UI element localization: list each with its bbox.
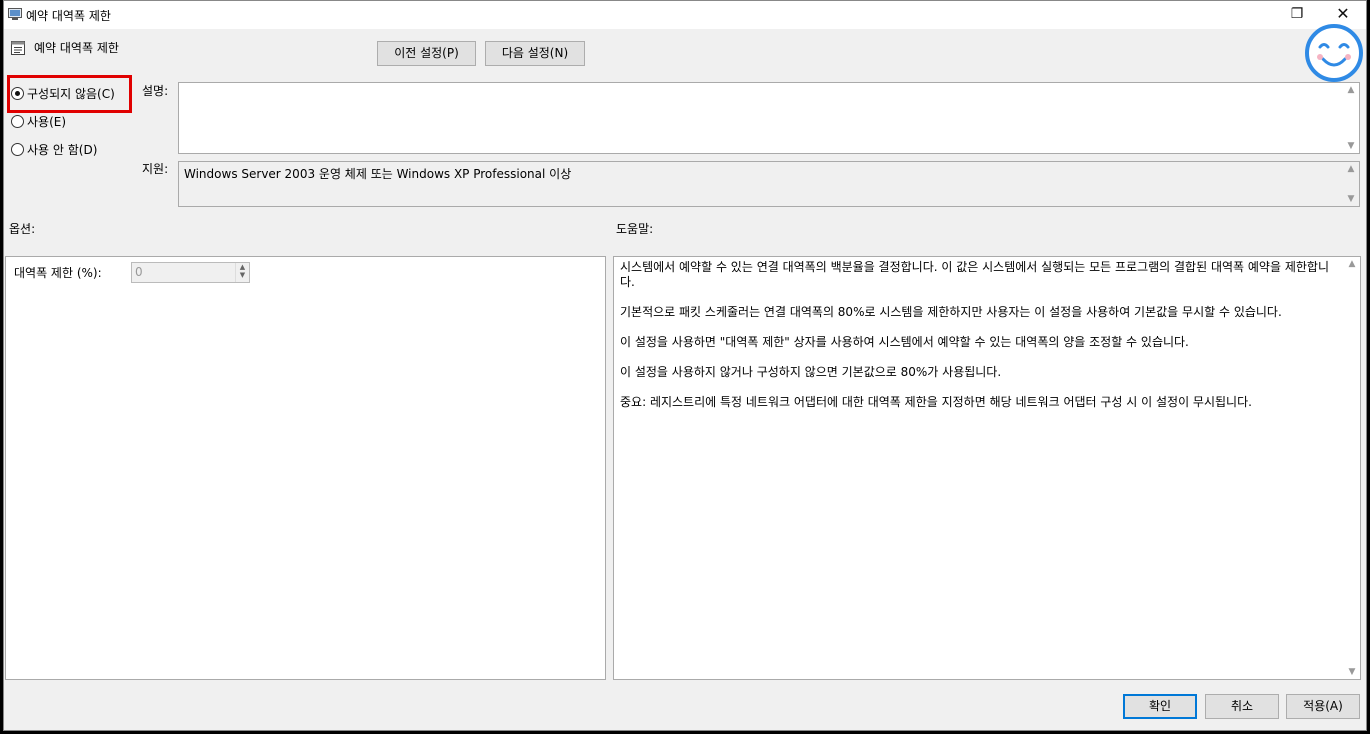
radio-enabled-indicator[interactable]: [11, 114, 24, 128]
window-title: 예약 대역폭 제한: [26, 9, 111, 23]
scroll-down-arrow-icon[interactable]: ▼: [1343, 141, 1359, 151]
cancel-button[interactable]: 취소: [1205, 694, 1279, 719]
title-bar[interactable]: 예약 대역폭 제한 ❐ ✕: [4, 1, 1366, 29]
policy-dialog: 예약 대역폭 제한 ❐ ✕ 예약 대역폭 제한 이전 설정(P) 다음 설정(N…: [3, 0, 1367, 731]
policy-setting-icon: [11, 41, 25, 55]
smiley-face-icon: [1305, 24, 1363, 82]
bandwidth-limit-value: 0: [135, 265, 143, 279]
bandwidth-limit-spinner[interactable]: 0 ▲ ▼: [131, 262, 250, 283]
help-paragraph: 중요: 레지스트리에 특정 네트워크 어댑터에 대한 대역폭 제한을 지정하면 …: [620, 395, 1252, 409]
previous-setting-button[interactable]: 이전 설정(P): [377, 41, 476, 66]
support-value: Windows Server 2003 운영 체제 또는 Windows XP …: [184, 167, 572, 181]
help-paragraph: 이 설정을 사용하면 "대역폭 제한" 상자를 사용하여 시스템에서 예약할 수…: [620, 335, 1189, 349]
help-text: 시스템에서 예약할 수 있는 연결 대역폭의 백분율을 결정합니다. 이 값은 …: [620, 260, 1340, 425]
help-label: 도움말:: [616, 222, 654, 236]
radio-disabled[interactable]: 사용 안 함(D): [11, 139, 97, 159]
help-paragraph: 시스템에서 예약할 수 있는 연결 대역폭의 백분율을 결정합니다. 이 값은 …: [620, 260, 1329, 289]
bandwidth-limit-label: 대역폭 제한 (%):: [14, 266, 102, 280]
support-box: Windows Server 2003 운영 체제 또는 Windows XP …: [178, 161, 1360, 207]
comment-textarea[interactable]: ▲ ▼: [178, 82, 1360, 154]
help-scrollbar[interactable]: ▲ ▼: [1344, 257, 1360, 679]
support-scrollbar[interactable]: ▲ ▼: [1343, 162, 1359, 206]
help-paragraph: 기본적으로 패킷 스케줄러는 연결 대역폭의 80%로 시스템을 제한하지만 사…: [620, 305, 1282, 319]
setting-title: 예약 대역폭 제한: [34, 41, 119, 55]
options-label: 옵션:: [9, 222, 36, 236]
help-pane: 시스템에서 예약할 수 있는 연결 대역폭의 백분율을 결정합니다. 이 값은 …: [613, 256, 1361, 680]
policy-app-icon: [8, 8, 22, 20]
radio-enabled[interactable]: 사용(E): [11, 111, 66, 131]
apply-button[interactable]: 적용(A): [1286, 694, 1360, 719]
radio-disabled-label: 사용 안 함(D): [27, 142, 98, 157]
next-setting-button[interactable]: 다음 설정(N): [485, 41, 585, 66]
comment-scrollbar[interactable]: ▲ ▼: [1343, 83, 1359, 153]
ok-button[interactable]: 확인: [1123, 694, 1197, 719]
options-pane: 대역폭 제한 (%): 0 ▲ ▼: [5, 256, 606, 680]
spinner-arrows-icon[interactable]: ▲ ▼: [235, 263, 249, 282]
scroll-down-arrow-icon[interactable]: ▼: [1344, 667, 1360, 677]
scroll-up-arrow-icon[interactable]: ▲: [1343, 85, 1359, 95]
scroll-up-arrow-icon[interactable]: ▲: [1344, 259, 1360, 269]
help-paragraph: 이 설정을 사용하지 않거나 구성하지 않으면 기본값으로 80%가 사용됩니다…: [620, 365, 1002, 379]
radio-disabled-indicator[interactable]: [11, 142, 24, 156]
scroll-down-arrow-icon[interactable]: ▼: [1343, 194, 1359, 204]
radio-enabled-label: 사용(E): [27, 114, 67, 129]
support-label: 지원:: [142, 162, 169, 176]
scroll-up-arrow-icon[interactable]: ▲: [1343, 164, 1359, 174]
comment-label: 설명:: [142, 84, 169, 98]
highlight-box: [7, 75, 132, 113]
